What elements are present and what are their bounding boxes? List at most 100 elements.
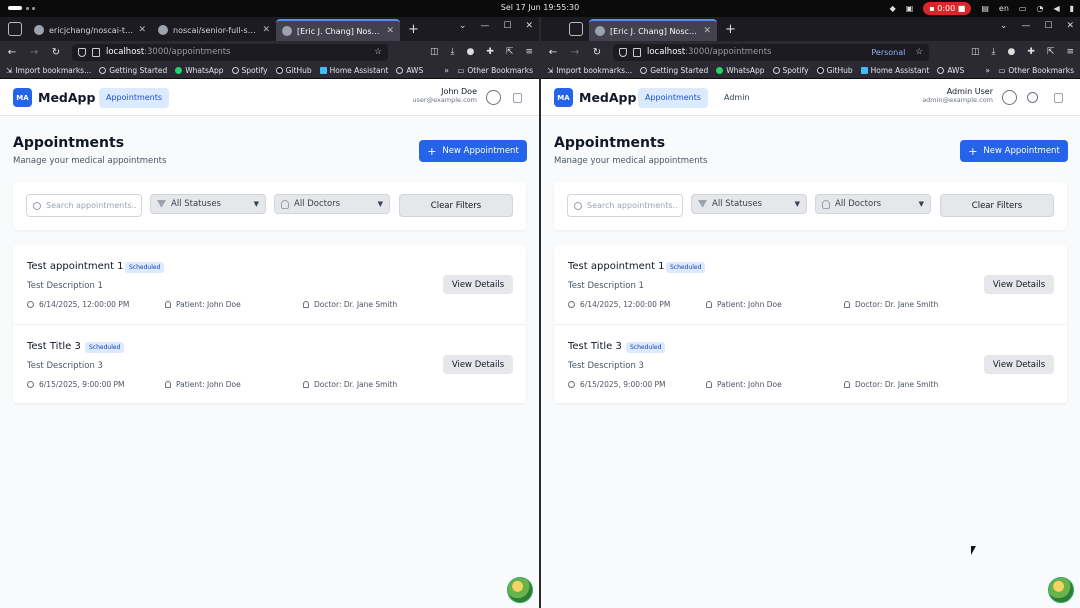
nav-appointments[interactable]: Appointments xyxy=(638,88,709,108)
tab-overflow-icon[interactable]: ⌄ xyxy=(1000,21,1008,31)
doctor-filter-select[interactable]: All Doctors ▼ xyxy=(815,194,931,214)
minimize-icon[interactable]: — xyxy=(480,21,489,31)
status-filter-select[interactable]: All Statuses ▼ xyxy=(691,194,807,214)
other-bookmarks[interactable]: » ▭ Other Bookmarks xyxy=(985,66,1074,75)
appointment-row[interactable]: Test Title 3 Scheduled Test Description … xyxy=(13,324,526,403)
bookmark-github[interactable]: GitHub xyxy=(816,66,853,75)
appointment-row[interactable]: Test appointment 1 Scheduled Test Descri… xyxy=(554,245,1067,324)
search-field[interactable] xyxy=(26,194,142,217)
reload-icon[interactable]: ↻ xyxy=(50,47,62,58)
doctor-filter-select[interactable]: All Doctors ▼ xyxy=(274,194,390,214)
tab-overflow-icon[interactable]: ⌄ xyxy=(459,21,467,31)
view-details-button[interactable]: View Details xyxy=(443,275,513,294)
bookmark-aws[interactable]: AWS xyxy=(396,66,423,75)
appointment-row[interactable]: Test appointment 1 Scheduled Test Descri… xyxy=(13,245,526,324)
view-details-button[interactable]: View Details xyxy=(984,275,1054,294)
download-icon[interactable]: ⤓ xyxy=(992,47,996,57)
tracking-shield-icon[interactable] xyxy=(619,47,627,57)
user-profile-icon[interactable] xyxy=(1002,90,1017,105)
brand-logo[interactable]: MA MedApp xyxy=(13,88,95,107)
new-tab-button[interactable]: + xyxy=(725,22,736,37)
download-icon[interactable]: ⤓ xyxy=(451,47,455,57)
share-icon[interactable]: ⇱ xyxy=(506,47,514,57)
address-bar[interactable]: localhost:3000/appointments Personal ☆ xyxy=(613,43,929,61)
tab-github-senior-full-stack[interactable]: noscai/senior-full-stack-eng ✕ xyxy=(152,19,276,41)
bookmark-github[interactable]: GitHub xyxy=(275,66,312,75)
bookmark-star-icon[interactable]: ☆ xyxy=(374,47,382,57)
recording-indicator[interactable]: ▪ 0:00 ■ xyxy=(923,2,972,15)
back-icon[interactable]: ← xyxy=(6,47,18,58)
close-icon[interactable]: ✕ xyxy=(138,25,146,35)
nav-admin[interactable]: Admin xyxy=(717,88,757,108)
new-tab-button[interactable]: + xyxy=(408,22,419,37)
new-appointment-button[interactable]: + New Appointment xyxy=(960,140,1068,162)
bookmark-getting-started[interactable]: Getting Started xyxy=(99,66,167,75)
battery-icon[interactable]: ▮ xyxy=(1070,2,1074,15)
language-indicator[interactable]: en xyxy=(999,2,1009,15)
reload-icon[interactable]: ↻ xyxy=(591,47,603,58)
tab-noscai-test[interactable]: [Eric J. Chang] NoscAi-Test ✕ xyxy=(589,19,717,41)
close-icon[interactable]: ✕ xyxy=(386,26,394,36)
brand-logo[interactable]: MA MedApp xyxy=(554,88,636,107)
bookmark-aws[interactable]: AWS xyxy=(937,66,964,75)
tracking-shield-icon[interactable] xyxy=(78,47,86,57)
forward-icon[interactable]: → xyxy=(28,47,40,58)
bookmark-home-assistant[interactable]: Home Assistant xyxy=(860,66,929,75)
appointment-row[interactable]: Test Title 3 Scheduled Test Description … xyxy=(554,324,1067,403)
close-window-icon[interactable]: ✕ xyxy=(1066,21,1074,31)
maximize-icon[interactable]: ☐ xyxy=(1044,21,1052,31)
nav-appointments[interactable]: Appointments xyxy=(99,88,170,108)
forward-icon[interactable]: → xyxy=(569,47,581,58)
page-info-icon[interactable] xyxy=(633,47,641,57)
page-info-icon[interactable] xyxy=(92,47,100,57)
extensions-icon[interactable]: ✚ xyxy=(1027,47,1035,57)
bookmark-import[interactable]: ⇲ Import bookmarks... xyxy=(547,66,632,75)
close-icon[interactable]: ✕ xyxy=(262,25,270,35)
other-bookmarks[interactable]: » ▭ Other Bookmarks xyxy=(444,66,533,75)
volume-icon[interactable]: ◀ xyxy=(1053,2,1059,15)
view-details-button[interactable]: View Details xyxy=(443,355,513,374)
new-appointment-button[interactable]: + New Appointment xyxy=(419,140,527,162)
extensions-icon[interactable]: ✚ xyxy=(486,47,494,57)
close-window-icon[interactable]: ✕ xyxy=(525,21,533,31)
search-input[interactable] xyxy=(46,201,136,210)
floating-avatar[interactable] xyxy=(1048,577,1074,603)
logout-icon[interactable] xyxy=(1054,93,1063,103)
bookmark-whatsapp[interactable]: WhatsApp xyxy=(716,66,765,75)
share-icon[interactable]: ⇱ xyxy=(1047,47,1055,57)
network-icon[interactable]: ◔ xyxy=(1036,2,1043,15)
search-field[interactable] xyxy=(567,194,683,217)
bookmark-home-assistant[interactable]: Home Assistant xyxy=(319,66,388,75)
menu-icon[interactable]: ≡ xyxy=(525,47,533,57)
clear-filters-button[interactable]: Clear Filters xyxy=(940,194,1054,217)
menu-icon[interactable]: ≡ xyxy=(1066,47,1074,57)
container-label[interactable]: Personal xyxy=(871,48,905,57)
pocket-icon[interactable]: ◫ xyxy=(430,47,439,57)
display-icon[interactable]: ▭ xyxy=(1019,2,1027,15)
clear-filters-button[interactable]: Clear Filters xyxy=(399,194,513,217)
floating-avatar[interactable] xyxy=(507,577,533,603)
bookmark-spotify[interactable]: Spotify xyxy=(231,66,268,75)
tab-github-noscai-test[interactable]: ericjchang/noscai-test ✕ xyxy=(28,19,152,41)
bookmark-import[interactable]: ⇲ Import bookmarks... xyxy=(6,66,91,75)
bookmark-getting-started[interactable]: Getting Started xyxy=(640,66,708,75)
back-icon[interactable]: ← xyxy=(547,47,559,58)
bookmark-star-icon[interactable]: ☆ xyxy=(915,47,923,57)
search-input[interactable] xyxy=(587,201,677,210)
tab-list-icon[interactable] xyxy=(8,22,22,36)
address-bar[interactable]: localhost:3000/appointments ☆ xyxy=(72,43,388,61)
minimize-icon[interactable]: — xyxy=(1021,21,1030,31)
shield-icon[interactable]: ◆ xyxy=(890,2,896,15)
settings-icon[interactable] xyxy=(1027,92,1038,103)
account-icon[interactable]: ● xyxy=(467,47,475,57)
logout-icon[interactable] xyxy=(513,93,522,103)
view-details-button[interactable]: View Details xyxy=(984,355,1054,374)
maximize-icon[interactable]: ☐ xyxy=(503,21,511,31)
bookmark-spotify[interactable]: Spotify xyxy=(772,66,809,75)
pocket-icon[interactable]: ◫ xyxy=(971,47,980,57)
close-icon[interactable]: ✕ xyxy=(703,26,711,36)
status-filter-select[interactable]: All Statuses ▼ xyxy=(150,194,266,214)
clipboard-icon[interactable]: ▤ xyxy=(981,2,989,15)
account-icon[interactable]: ● xyxy=(1008,47,1016,57)
tab-list-icon[interactable] xyxy=(569,22,583,36)
